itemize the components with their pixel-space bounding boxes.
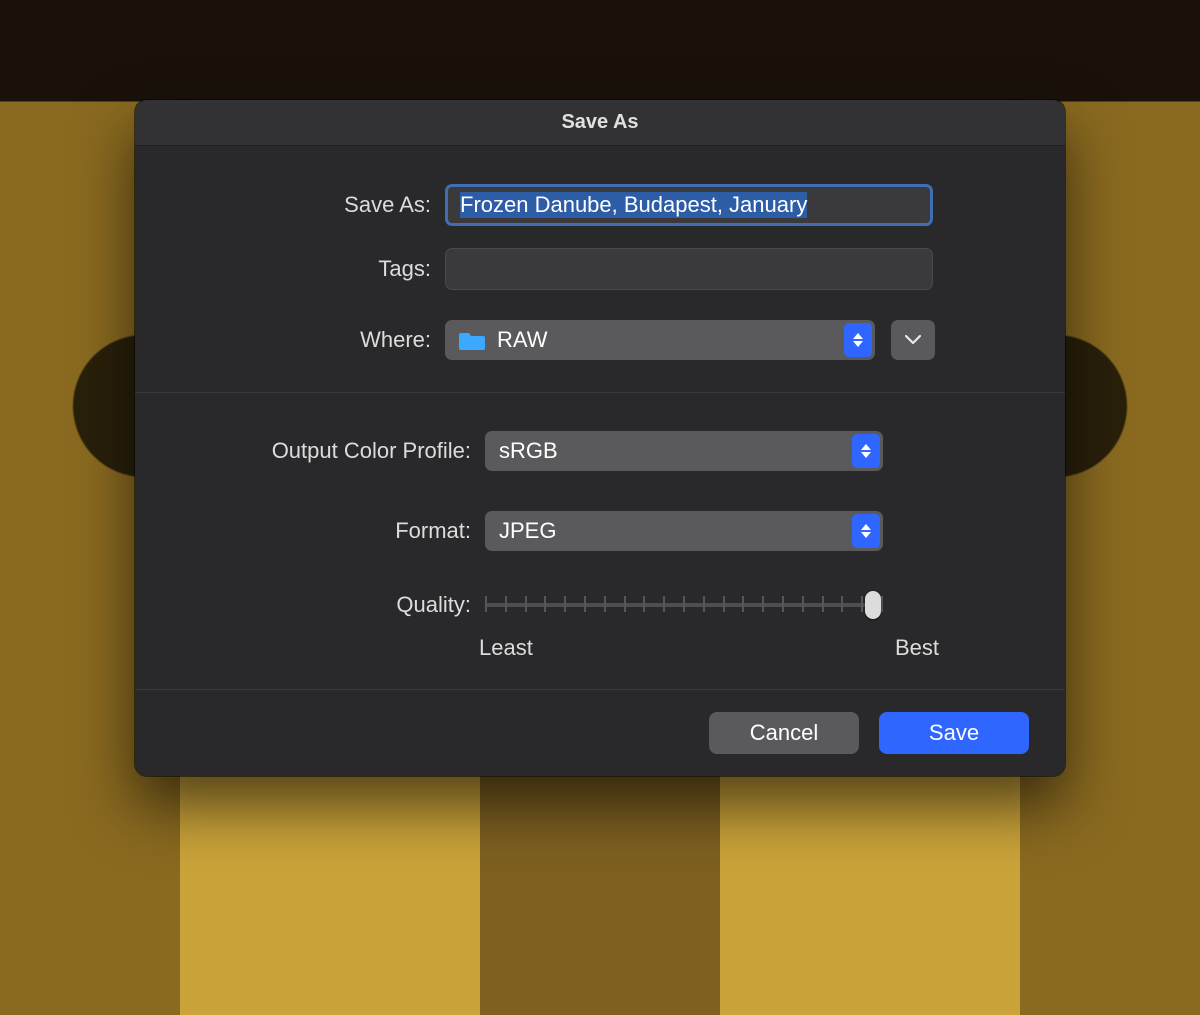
filename-input[interactable] [445,184,933,226]
color-profile-select[interactable]: sRGB [485,431,883,471]
label-where: Where: [175,327,445,353]
quality-slider[interactable] [485,591,883,619]
label-tags: Tags: [175,256,445,282]
updown-icon [844,323,872,357]
row-where: Where: RAW [175,320,1025,360]
row-quality: Quality: [175,591,1025,619]
row-save-as: Save As: [175,184,1025,226]
quality-max-label: Best [895,635,939,661]
quality-range-labels: Least Best [479,635,939,661]
folder-icon [459,330,485,350]
dialog-title: Save As [135,100,1065,146]
label-color-profile: Output Color Profile: [175,438,485,464]
where-value: RAW [497,327,548,353]
color-profile-value: sRGB [499,438,558,464]
where-select[interactable]: RAW [445,320,875,360]
row-format: Format: JPEG [175,511,1025,551]
save-button[interactable]: Save [879,712,1029,754]
chevron-down-icon [905,335,921,345]
row-color-profile: Output Color Profile: sRGB [175,431,1025,471]
label-format: Format: [175,518,485,544]
format-value: JPEG [499,518,556,544]
row-tags: Tags: [175,248,1025,290]
slider-ticks [485,596,883,614]
quality-min-label: Least [479,635,533,661]
cancel-button[interactable]: Cancel [709,712,859,754]
label-save-as: Save As: [175,192,445,218]
slider-thumb[interactable] [865,591,881,619]
dialog-footer: Cancel Save [135,689,1065,776]
section-file: Save As: Tags: Where: RAW [135,146,1065,392]
save-as-dialog: Save As Save As: Tags: Where: [135,100,1065,776]
tags-input[interactable] [445,248,933,290]
label-quality: Quality: [175,592,485,618]
updown-icon [852,514,880,548]
format-select[interactable]: JPEG [485,511,883,551]
expand-button[interactable] [891,320,935,360]
section-output: Output Color Profile: sRGB Format: JPEG [135,392,1065,689]
updown-icon [852,434,880,468]
